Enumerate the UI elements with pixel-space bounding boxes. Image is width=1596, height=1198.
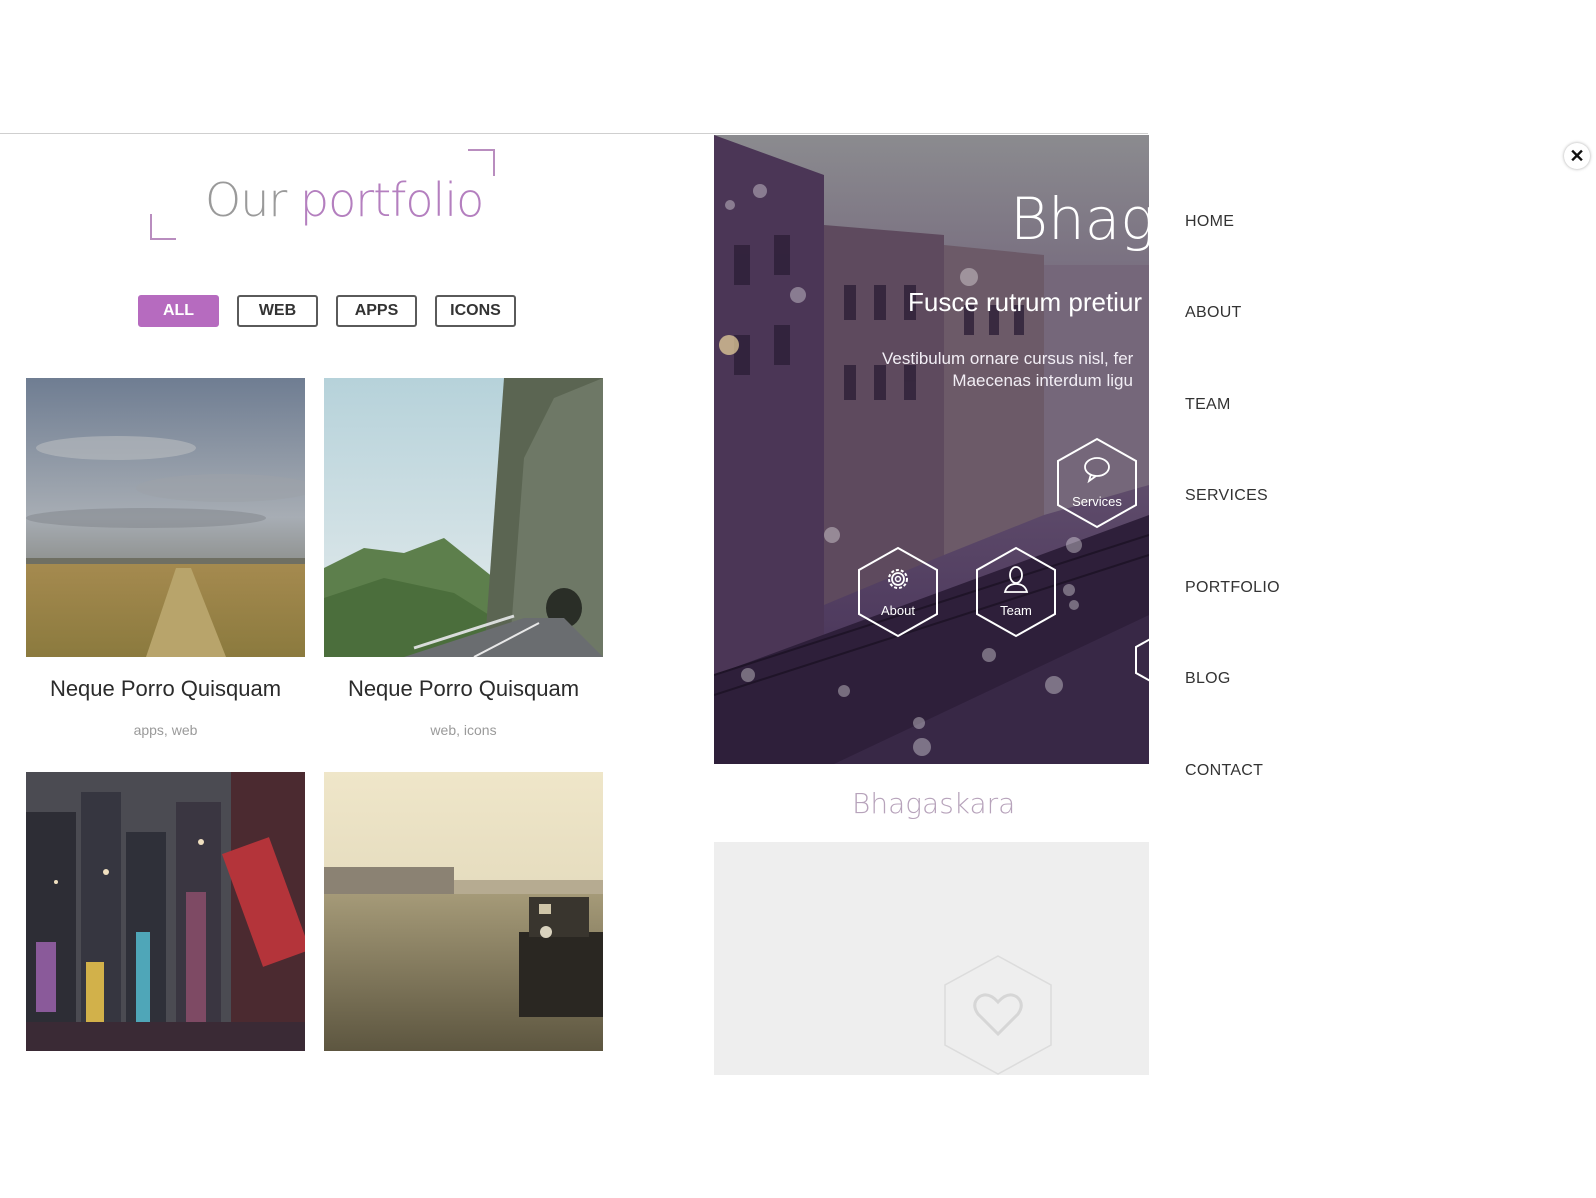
menu-item-services[interactable]: SERVICES bbox=[1185, 487, 1268, 505]
hero-description-line: Maecenas interdum ligu bbox=[952, 371, 1133, 390]
menu-item-team[interactable]: TEAM bbox=[1185, 396, 1231, 414]
hero-description-line: Vestibulum ornare cursus nisl, fer bbox=[882, 349, 1134, 368]
portfolio-item-tags: apps, web bbox=[133, 722, 198, 738]
header-divider bbox=[0, 133, 1148, 134]
hero-subtitle: Fusce rutrum pretiur bbox=[908, 287, 1143, 317]
menu-item-home[interactable]: HOME bbox=[1185, 213, 1234, 231]
portfolio-image-field[interactable] bbox=[26, 378, 305, 657]
speech-bubble-icon bbox=[1084, 457, 1110, 484]
person-icon bbox=[1003, 566, 1029, 593]
gear-icon bbox=[888, 569, 908, 589]
menu-item-portfolio[interactable]: PORTFOLIO bbox=[1185, 579, 1280, 597]
portfolio-image-river[interactable] bbox=[324, 772, 603, 1051]
team-hex-button[interactable]: Team bbox=[975, 546, 1057, 638]
hero-title: Bhaga bbox=[1010, 185, 1149, 253]
brand-name: Bhagaskara bbox=[852, 787, 1016, 820]
services-hex-button[interactable]: Services bbox=[1056, 437, 1138, 529]
hex-label: Team bbox=[1000, 603, 1032, 618]
portfolio-image-city[interactable] bbox=[26, 772, 305, 1051]
portfolio-item-title[interactable]: Neque Porro Quisquam bbox=[324, 676, 603, 702]
heart-hex-icon bbox=[944, 955, 1052, 1075]
filter-all-button[interactable]: ALL bbox=[138, 295, 219, 327]
hero-description: Vestibulum ornare cursus nisl, fer Maece… bbox=[882, 348, 1133, 392]
portfolio-filters: ALL WEB APPS ICONS bbox=[138, 295, 516, 327]
filter-apps-button[interactable]: APPS bbox=[336, 295, 417, 327]
menu-item-blog[interactable]: BLOG bbox=[1185, 670, 1231, 688]
menu-item-about[interactable]: ABOUT bbox=[1185, 304, 1242, 322]
hex-label: Services bbox=[1072, 494, 1122, 509]
portfolio-item-tags: web, icons bbox=[430, 722, 497, 738]
menu-item-contact[interactable]: CONTACT bbox=[1185, 762, 1263, 780]
portfolio-image-road[interactable] bbox=[324, 378, 603, 657]
filter-web-button[interactable]: WEB bbox=[237, 295, 318, 327]
theme-preview: Bhaga Fusce rutrum pretiur Vestibulum or… bbox=[714, 135, 1149, 764]
about-hex-button[interactable]: About bbox=[857, 546, 939, 638]
portfolio-title: Our portfolio bbox=[205, 173, 484, 227]
partial-hex-button[interactable] bbox=[1134, 635, 1149, 685]
filter-icons-button[interactable]: ICONS bbox=[435, 295, 516, 327]
placeholder-panel bbox=[714, 842, 1149, 1075]
title-bracket-left bbox=[150, 214, 176, 240]
hex-label: About bbox=[881, 603, 915, 618]
portfolio-item-title[interactable]: Neque Porro Quisquam bbox=[26, 676, 305, 702]
close-menu-button[interactable]: ✕ bbox=[1564, 143, 1590, 169]
close-icon: ✕ bbox=[1569, 145, 1585, 166]
